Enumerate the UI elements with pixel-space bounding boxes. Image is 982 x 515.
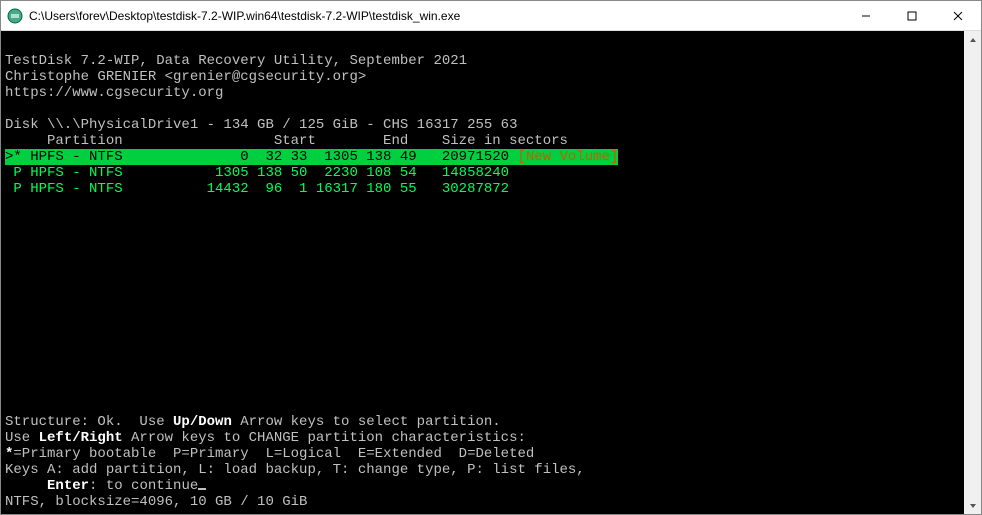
vertical-scrollbar[interactable] [964,31,981,514]
scroll-track[interactable] [964,48,981,497]
help-footer: Structure: Ok. Use Up/Down Arrow keys to… [5,398,960,510]
console-output[interactable]: TestDisk 7.2-WIP, Data Recovery Utility,… [1,31,981,514]
disk-info: Disk \\.\PhysicalDrive1 - 134 GB / 125 G… [5,117,517,133]
window-title: C:\Users\forev\Desktop\testdisk-7.2-WIP.… [29,9,843,23]
partition-row[interactable]: P HPFS - NTFS 14432 96 1 16317 180 55 30… [5,181,509,197]
scroll-up-button[interactable] [964,31,981,48]
keys-line: Keys A: add partition, L: load backup, T… [5,462,585,478]
partition-row[interactable]: P HPFS - NTFS 1305 138 50 2230 108 54 14… [5,165,509,181]
header-line-1: TestDisk 7.2-WIP, Data Recovery Utility,… [5,53,467,69]
window-titlebar: C:\Users\forev\Desktop\testdisk-7.2-WIP.… [1,1,981,31]
scroll-down-button[interactable] [964,497,981,514]
header-line-3: https://www.cgsecurity.org [5,85,223,101]
partition-row-selected[interactable]: >* HPFS - NTFS 0 32 33 1305 138 49 20971… [5,149,618,165]
console-area: TestDisk 7.2-WIP, Data Recovery Utility,… [1,31,981,514]
minimize-button[interactable] [843,1,889,31]
cursor [198,488,206,490]
close-button[interactable] [935,1,981,31]
columns-header: Partition Start End Size in sectors [5,133,568,149]
header-line-2: Christophe GRENIER <grenier@cgsecurity.o… [5,69,366,85]
ntfs-info: NTFS, blocksize=4096, 10 GB / 10 GiB [5,494,307,510]
maximize-button[interactable] [889,1,935,31]
app-icon [7,8,23,24]
